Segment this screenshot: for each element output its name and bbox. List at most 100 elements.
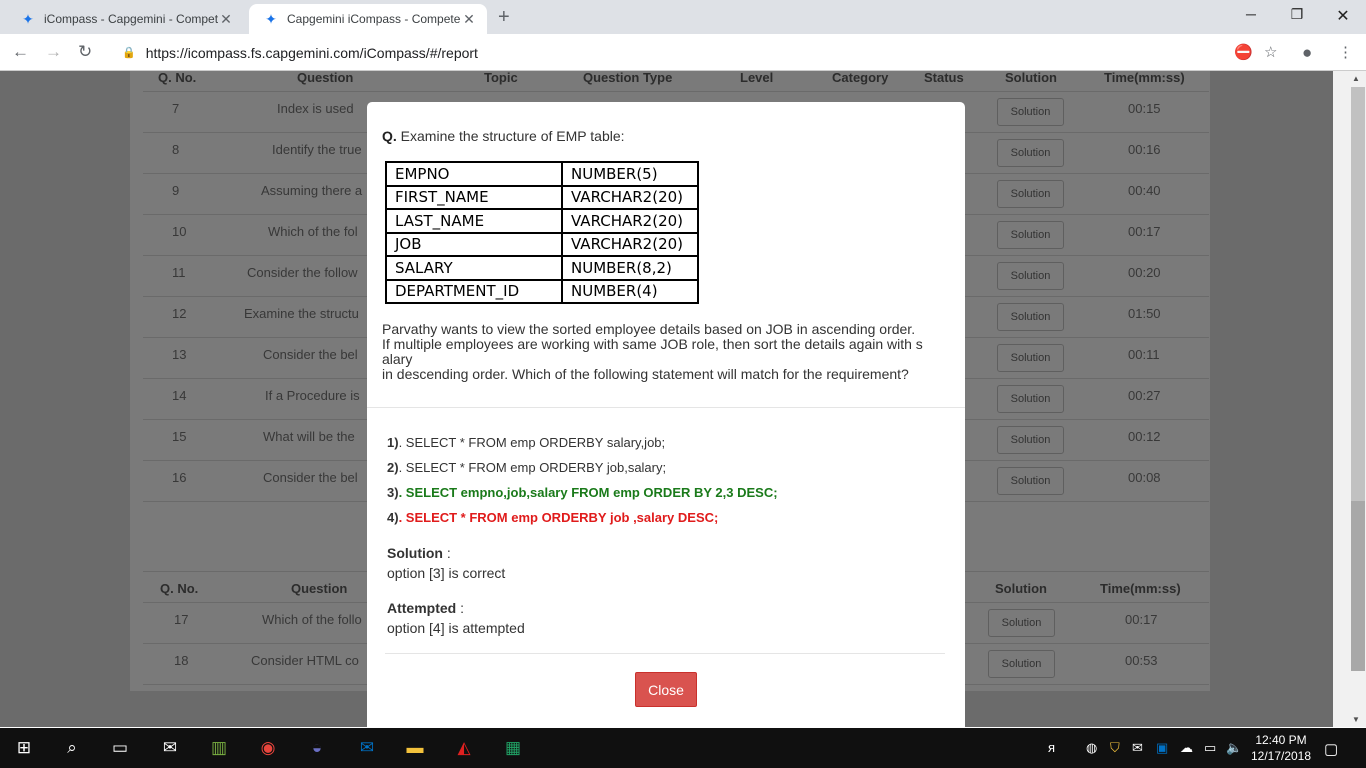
windows-start-icon[interactable]: ⊞ bbox=[12, 736, 36, 760]
solution-button[interactable]: Solution bbox=[997, 262, 1064, 290]
reload-icon[interactable]: ↻ bbox=[78, 42, 92, 62]
row-qno: 7 bbox=[172, 101, 180, 116]
solution-button[interactable]: Solution bbox=[997, 467, 1064, 495]
chart-app-icon[interactable]: ▥ bbox=[207, 736, 231, 760]
option-text: . SELECT * FROM emp ORDERBY salary,job; bbox=[398, 435, 666, 450]
row-question: Which of the follo bbox=[262, 612, 362, 627]
solution-button[interactable]: Solution bbox=[997, 98, 1064, 126]
row-qno: 13 bbox=[172, 347, 187, 362]
taskbar-clock[interactable]: 12:40 PM 12/17/2018 bbox=[1244, 732, 1318, 764]
new-tab-button[interactable]: + bbox=[498, 6, 510, 29]
outlook-tray-icon[interactable]: ▣ bbox=[1156, 740, 1168, 756]
table-row: JOB VARCHAR2(20) bbox=[385, 231, 699, 257]
file-explorer-icon[interactable]: ▬ bbox=[403, 736, 427, 760]
tab-icompass-1[interactable]: ✦ iCompass - Capgemini - Compet ✕ bbox=[6, 4, 244, 34]
mail-tray-icon[interactable]: ✉ bbox=[1132, 740, 1143, 756]
solution-button[interactable]: Solution bbox=[997, 426, 1064, 454]
browser-toolbar: ← → ↻ 🔒 https://icompass.fs.capgemini.co… bbox=[0, 34, 1366, 71]
row-question: What will be the bbox=[263, 429, 355, 444]
row-time: 00:20 bbox=[1128, 265, 1161, 280]
row-question: Assuming there a bbox=[261, 183, 363, 198]
excel-icon[interactable]: ▦ bbox=[501, 736, 525, 760]
solution-label: Solution : bbox=[387, 545, 451, 561]
outlook-icon[interactable]: ✉ bbox=[355, 736, 379, 760]
restore-icon[interactable]: ❐ bbox=[1274, 6, 1320, 23]
row-time: 00:40 bbox=[1128, 183, 1161, 198]
solution-button[interactable]: Solution bbox=[997, 385, 1064, 413]
search-icon[interactable]: ⌕ bbox=[60, 736, 84, 760]
emp-structure-table: EMPNO NUMBER(5) FIRST_NAME VARCHAR2(20) LA… bbox=[385, 161, 699, 304]
close-button[interactable]: Close bbox=[635, 672, 697, 707]
option-4: 4). SELECT * FROM emp ORDERBY job ,salar… bbox=[387, 510, 718, 525]
tab-close-icon[interactable]: ✕ bbox=[461, 11, 477, 28]
description-line: Parvathy wants to view the sorted employ… bbox=[382, 321, 916, 337]
solution-modal: Q. Examine the structure of EMP table: E… bbox=[367, 102, 965, 728]
col-header-level: Level bbox=[740, 71, 774, 85]
minimize-icon[interactable]: ─ bbox=[1228, 6, 1274, 22]
notifications-icon[interactable]: ▢ bbox=[1324, 740, 1338, 758]
cloud-icon[interactable]: ☁ bbox=[1180, 740, 1193, 756]
page-scrollbar[interactable]: ▲ ▼ bbox=[1333, 71, 1366, 727]
row-qno: 14 bbox=[172, 388, 187, 403]
tab-icompass-2[interactable]: ✦ Capgemini iCompass - Competer ✕ bbox=[249, 4, 487, 34]
column-type: NUMBER(4) bbox=[561, 278, 699, 304]
scroll-down-icon[interactable]: ▼ bbox=[1352, 715, 1360, 724]
profile-icon[interactable]: ● bbox=[1302, 43, 1312, 63]
shield-icon[interactable]: ⛉ bbox=[1110, 740, 1120, 756]
solution-button[interactable]: Solution bbox=[997, 139, 1064, 167]
chrome-icon[interactable]: ◉ bbox=[256, 736, 280, 760]
tab-close-icon[interactable]: ✕ bbox=[218, 11, 234, 28]
blocked-icon[interactable]: ⛔ bbox=[1234, 43, 1253, 61]
row-qno: 9 bbox=[172, 183, 180, 198]
option-2: 2). SELECT * FROM emp ORDERBY job,salary… bbox=[387, 460, 666, 475]
window-close-icon[interactable]: ✕ bbox=[1320, 6, 1366, 26]
pdf-reader-icon[interactable]: ◭ bbox=[452, 736, 476, 760]
row-qno: 12 bbox=[172, 306, 187, 321]
menu-dots-icon[interactable]: ⋮ bbox=[1338, 43, 1353, 61]
scroll-up-icon[interactable]: ▲ bbox=[1352, 74, 1360, 83]
row-qno: 17 bbox=[174, 612, 189, 627]
table-row: FIRST_NAME VARCHAR2(20) bbox=[385, 184, 699, 210]
row-question: Identify the true bbox=[272, 142, 362, 157]
description-line: alary bbox=[382, 351, 413, 367]
row-time: 00:12 bbox=[1128, 429, 1161, 444]
modal-divider bbox=[367, 407, 965, 408]
option-number: 4) bbox=[387, 510, 399, 525]
forward-icon[interactable]: → bbox=[45, 42, 62, 62]
network-globe-icon[interactable]: ◍ bbox=[1086, 740, 1097, 756]
row-time: 00:11 bbox=[1128, 347, 1160, 362]
column-name: SALARY bbox=[385, 255, 563, 281]
option-text-correct: . SELECT empno,job,salary FROM emp ORDER… bbox=[398, 485, 778, 500]
people-icon[interactable]: ᴙ bbox=[1048, 740, 1055, 755]
solution-button[interactable]: Solution bbox=[988, 609, 1055, 637]
column-name: DEPARTMENT_ID bbox=[385, 278, 563, 304]
eclipse-icon[interactable]: ◒ bbox=[305, 736, 329, 760]
volume-icon[interactable]: 🔈 bbox=[1226, 740, 1242, 756]
solution-button[interactable]: Solution bbox=[997, 221, 1064, 249]
option-text-attempted: . SELECT * FROM emp ORDERBY job ,salary … bbox=[398, 510, 719, 525]
address-bar[interactable]: 🔒 https://icompass.fs.capgemini.com/iCom… bbox=[110, 39, 1290, 66]
solution-button[interactable]: Solution bbox=[997, 180, 1064, 208]
mail-icon[interactable]: ✉ bbox=[158, 736, 182, 760]
row-question: Which of the fol bbox=[268, 224, 358, 239]
scrollbar-thumb[interactable] bbox=[1351, 501, 1365, 671]
solution-button[interactable]: Solution bbox=[997, 344, 1064, 372]
row-question: Consider the bel bbox=[263, 347, 358, 362]
row-time: 00:08 bbox=[1128, 470, 1161, 485]
row-qno: 11 bbox=[172, 265, 186, 280]
display-icon[interactable]: ▭ bbox=[1204, 740, 1216, 756]
col-header-topic: Topic bbox=[484, 71, 518, 85]
back-icon[interactable]: ← bbox=[12, 42, 29, 62]
col-header-question: Question bbox=[291, 581, 348, 596]
option-number: 1) bbox=[387, 435, 399, 450]
column-type: NUMBER(5) bbox=[561, 161, 699, 187]
task-view-icon[interactable]: ▭ bbox=[108, 736, 132, 760]
row-time: 01:50 bbox=[1128, 306, 1161, 321]
option-1: 1). SELECT * FROM emp ORDERBY salary,job… bbox=[387, 435, 665, 450]
solution-button[interactable]: Solution bbox=[988, 650, 1055, 678]
row-time: 00:16 bbox=[1128, 142, 1161, 157]
solution-button[interactable]: Solution bbox=[997, 303, 1064, 331]
tab-title: iCompass - Capgemini - Compet bbox=[44, 12, 218, 26]
bookmark-star-icon[interactable]: ☆ bbox=[1264, 43, 1277, 61]
tab-title: Capgemini iCompass - Competer bbox=[287, 12, 461, 26]
